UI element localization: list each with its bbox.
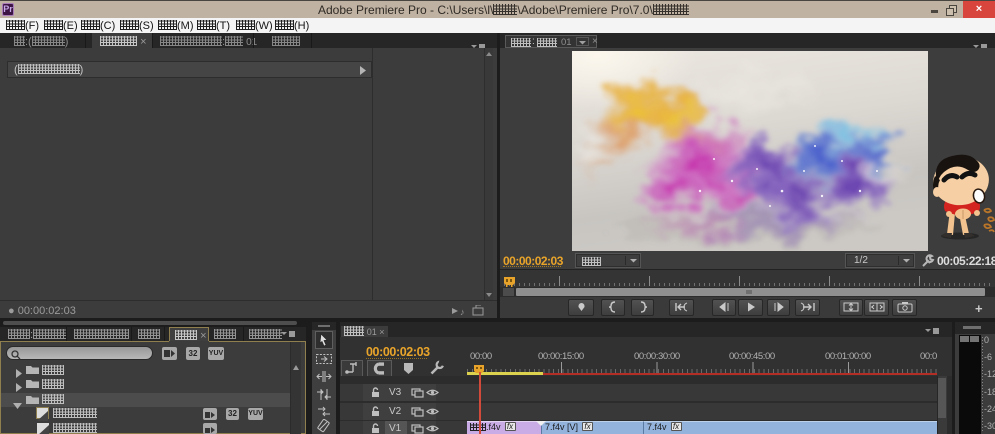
svg-text:♪: ♪ xyxy=(460,307,465,316)
